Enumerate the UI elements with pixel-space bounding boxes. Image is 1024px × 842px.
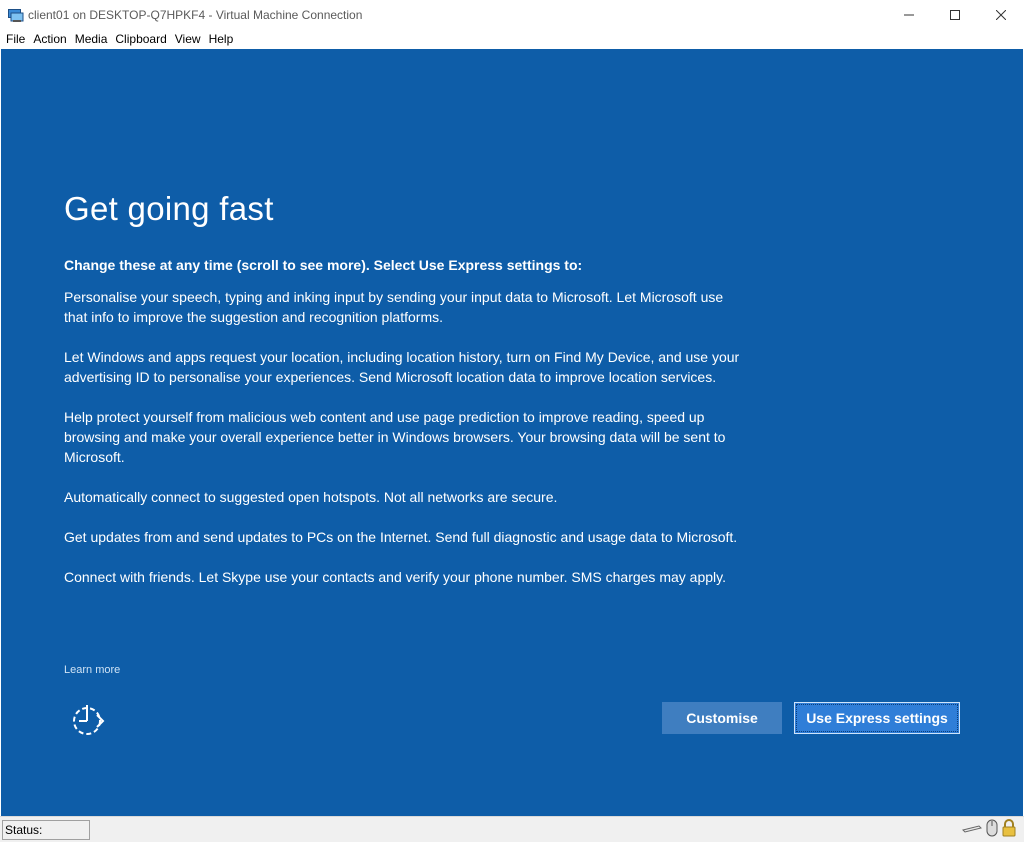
menu-help[interactable]: Help — [206, 30, 237, 49]
menu-file[interactable]: File — [3, 30, 28, 49]
status-icons — [962, 818, 1016, 842]
page-title: Get going fast — [64, 190, 274, 227]
vm-connection-icon[interactable] — [8, 8, 24, 22]
minimize-icon — [904, 14, 914, 16]
use-express-settings-button[interactable]: Use Express settings — [794, 702, 960, 734]
setting-paragraph-speech: Personalise your speech, typing and inki… — [64, 289, 724, 325]
menu-media[interactable]: Media — [72, 30, 111, 49]
status-bar: Status: Running — [0, 816, 1024, 842]
learn-more-link[interactable]: Learn more — [64, 664, 120, 676]
setting-paragraph-browser: Help protect yourself from malicious web… — [64, 409, 726, 465]
maximize-icon — [950, 10, 960, 20]
menu-action[interactable]: Action — [30, 30, 69, 49]
menu-view[interactable]: View — [172, 30, 204, 49]
lock-icon — [1002, 818, 1016, 842]
vm-screen[interactable]: Get going fast Change these at any time … — [1, 49, 1023, 816]
menu-clipboard[interactable]: Clipboard — [112, 30, 169, 49]
title-bar[interactable]: client01 on DESKTOP-Q7HPKF4 - Virtual Ma… — [0, 0, 1024, 30]
maximize-button[interactable] — [932, 0, 978, 30]
close-button[interactable] — [978, 0, 1024, 30]
keyboard-icon — [962, 821, 982, 839]
setting-paragraph-location: Let Windows and apps request your locati… — [64, 349, 740, 385]
close-icon — [996, 10, 1006, 20]
menu-bar: File Action Media Clipboard View Help — [0, 30, 1024, 49]
status-text: Status: Running — [2, 820, 90, 842]
setting-paragraph-hotspots: Automatically connect to suggested open … — [64, 489, 558, 505]
ease-of-access-icon[interactable] — [69, 701, 107, 739]
window-title: client01 on DESKTOP-Q7HPKF4 - Virtual Ma… — [28, 8, 363, 22]
mouse-icon — [986, 819, 998, 842]
setting-paragraph-skype: Connect with friends. Let Skype use your… — [64, 569, 726, 585]
customise-button[interactable]: Customise — [662, 702, 782, 734]
intro-text: Change these at any time (scroll to see … — [64, 257, 583, 273]
minimize-button[interactable] — [886, 0, 932, 30]
settings-description-scroll[interactable]: Personalise your speech, typing and inki… — [64, 287, 744, 639]
setting-paragraph-updates: Get updates from and send updates to PCs… — [64, 529, 738, 545]
